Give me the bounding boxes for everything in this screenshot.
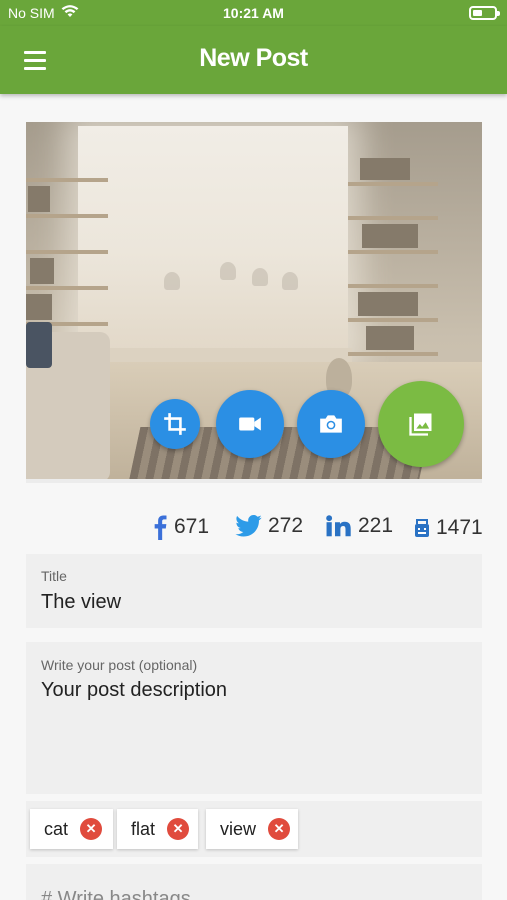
post-field-label: Write your post (optional) xyxy=(41,657,198,673)
status-bar: No SIM 10:21 AM xyxy=(0,0,507,26)
total-count: 1471 xyxy=(436,516,483,539)
hashtags-placeholder[interactable]: # Write hashtags xyxy=(41,888,191,900)
tag-chip: cat ✕ xyxy=(30,809,113,849)
remove-tag-icon[interactable]: ✕ xyxy=(268,818,291,840)
twitter-count: 272 xyxy=(268,514,304,537)
crop-icon xyxy=(164,413,186,435)
videocam-icon xyxy=(239,417,261,431)
post-field[interactable]: Write your post (optional) Your post des… xyxy=(26,642,482,794)
total-counter[interactable]: 1471 xyxy=(414,516,483,540)
tag-label: view xyxy=(220,818,257,839)
tag-label: flat xyxy=(131,818,156,839)
camera-icon xyxy=(320,415,342,433)
remove-tag-icon[interactable]: ✕ xyxy=(167,818,190,840)
page-title: New Post xyxy=(199,44,308,72)
facebook-count: 671 xyxy=(174,515,210,538)
linkedin-counter[interactable]: 221 xyxy=(326,514,393,538)
app-bar: New Post xyxy=(0,26,507,94)
hashtags-field[interactable]: # Write hashtags xyxy=(26,864,482,900)
bookshelf-right xyxy=(348,130,438,400)
title-field[interactable]: Title The view xyxy=(26,554,482,628)
divider xyxy=(26,479,482,483)
linkedin-count: 221 xyxy=(358,514,394,537)
linkedin-icon xyxy=(326,515,351,537)
gallery-button[interactable] xyxy=(378,381,464,467)
tag-chip: flat ✕ xyxy=(117,809,198,849)
tag-chip: view ✕ xyxy=(206,809,298,849)
camera-button[interactable] xyxy=(297,390,365,458)
battery-level xyxy=(473,10,482,16)
store-icon xyxy=(415,519,429,537)
crop-button[interactable] xyxy=(150,399,200,449)
remove-tag-icon[interactable]: ✕ xyxy=(80,818,103,840)
tag-label: cat xyxy=(44,818,69,839)
battery-icon xyxy=(469,6,500,20)
photo-library-icon xyxy=(409,413,432,436)
title-field-label: Title xyxy=(41,568,67,584)
title-field-value[interactable]: The view xyxy=(41,591,121,614)
window xyxy=(78,126,348,354)
post-field-value[interactable]: Your post description xyxy=(41,679,227,702)
twitter-icon xyxy=(235,515,262,537)
video-button[interactable] xyxy=(216,390,284,458)
twitter-counter[interactable]: 272 xyxy=(235,514,303,538)
share-counters: 671 272 221 1471 xyxy=(0,512,507,546)
facebook-counter[interactable]: 671 xyxy=(152,514,209,540)
facebook-icon xyxy=(154,515,167,540)
status-time: 10:21 AM xyxy=(223,5,284,21)
post-photo[interactable] xyxy=(26,122,482,482)
